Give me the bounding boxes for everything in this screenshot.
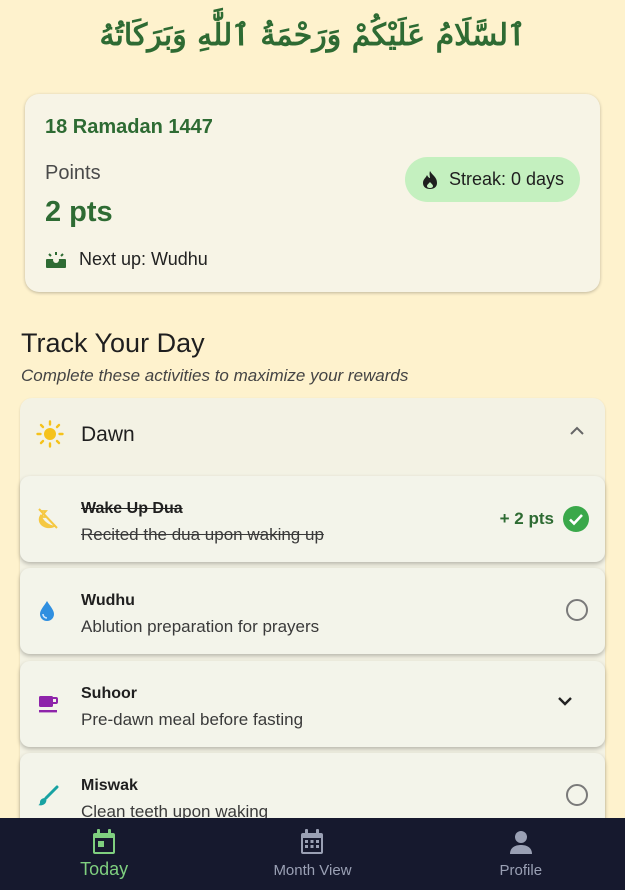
activity-name: Miswak — [81, 777, 138, 794]
sunrise-icon — [46, 251, 66, 268]
points-value: 2 pts — [45, 196, 113, 228]
dawn-section-header[interactable]: Dawn — [20, 398, 605, 472]
activity-name: Wudhu — [81, 592, 135, 609]
nav-label: Profile — [499, 862, 543, 879]
chevron-up-icon[interactable] — [569, 426, 585, 436]
nav-label: Month View — [273, 862, 352, 879]
nav-label: Today — [80, 859, 129, 879]
calendar-month-icon — [301, 829, 324, 854]
unchecked-circle[interactable] — [566, 599, 588, 621]
hijri-date: 18 Ramadan 1447 — [45, 116, 213, 138]
chevron-down-icon[interactable] — [557, 696, 573, 706]
activity-description: Recited the dua upon waking up — [81, 525, 324, 544]
streak-text: Streak: 0 days — [448, 169, 564, 189]
activity-points: + 2 pts — [499, 509, 554, 528]
next-up-row: Next up: Wudhu — [45, 249, 208, 270]
sun-icon — [36, 420, 64, 448]
coffee-cup-icon — [39, 696, 58, 713]
points-label: Points — [45, 162, 101, 184]
person-icon — [509, 831, 532, 854]
check-circle-icon[interactable] — [563, 506, 589, 532]
water-drop-icon — [40, 601, 54, 621]
bottom-nav: Today Month View Profile — [0, 818, 625, 890]
nav-profile[interactable]: Profile — [417, 818, 625, 890]
calendar-today-icon — [93, 829, 116, 854]
nav-today[interactable]: Today — [0, 818, 208, 890]
dawn-title: Dawn — [81, 423, 135, 446]
unchecked-circle[interactable] — [566, 784, 588, 806]
activity-description: Pre-dawn meal before fasting — [81, 710, 304, 729]
streak-badge[interactable]: Streak: 0 days — [404, 157, 580, 202]
section-subtitle: Complete these activities to maximize yo… — [21, 366, 409, 385]
summary-card: 18 Ramadan 1447 Points 2 pts Next up: Wu… — [25, 94, 600, 292]
nav-month-view[interactable]: Month View — [208, 818, 416, 890]
activity-wudhu[interactable]: Wudhu Ablution preparation for prayers — [20, 568, 605, 654]
section-title: Track Your Day — [21, 328, 205, 358]
activity-name: Suhoor — [81, 685, 137, 702]
activity-suhoor[interactable]: Suhoor Pre-dawn meal before fasting — [20, 661, 605, 747]
activity-description: Ablution preparation for prayers — [81, 617, 320, 636]
activity-wake-up-dua[interactable]: Wake Up Dua Recited the dua upon waking … — [20, 476, 605, 562]
activity-name: Wake Up Dua — [81, 500, 183, 517]
brush-icon — [38, 785, 59, 806]
greeting-header: ٱلسَّلَامُ عَلَيْكُمْ وَرَحْمَةُ ٱللَّٰه… — [99, 18, 526, 53]
fire-icon — [422, 170, 437, 189]
next-up-text: Next up: Wudhu — [79, 249, 208, 269]
sleep-moon-icon — [38, 508, 58, 529]
